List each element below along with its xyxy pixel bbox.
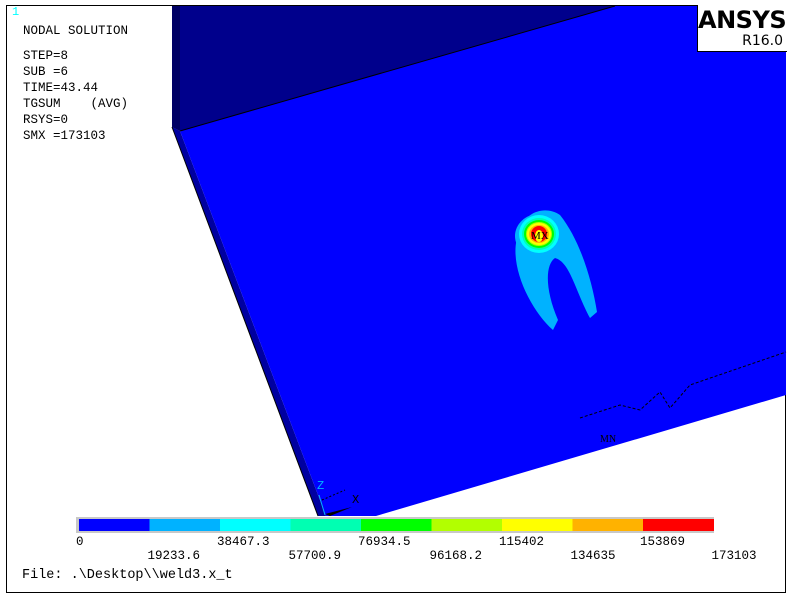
model-view[interactable]: MX MN Z X xyxy=(0,0,793,600)
legend-label: 76934.5 xyxy=(358,535,411,549)
svg-text:X: X xyxy=(352,493,359,507)
file-label: File: .\Desktop\\weld3.x_t xyxy=(22,568,233,583)
legend-color-8 xyxy=(643,519,714,531)
min-marker: MN xyxy=(600,434,616,445)
info-quantity: TGSUM (AVG) xyxy=(23,97,129,111)
legend-color-0 xyxy=(79,519,150,531)
info-smx: SMX =173103 xyxy=(23,129,106,143)
legend-color-5 xyxy=(431,519,503,531)
legend-color-2 xyxy=(220,519,291,531)
legend-label: 115402 xyxy=(499,535,545,549)
info-rsys: RSYS=0 xyxy=(23,113,69,127)
legend-color-6 xyxy=(502,519,573,531)
legend-label: 38467.3 xyxy=(217,535,270,549)
legend-color-3 xyxy=(290,519,362,531)
logo-name: ANSYS xyxy=(698,6,787,34)
info-time: TIME=43.44 xyxy=(23,81,99,95)
legend-label: 96168.2 xyxy=(429,549,483,563)
legend-label: 134635 xyxy=(570,549,616,563)
info-title: NODAL SOLUTION xyxy=(23,24,129,38)
info-step: STEP=8 xyxy=(23,49,69,63)
legend-color-7 xyxy=(572,519,644,531)
ansys-logo: ANSYS R16.0 xyxy=(697,5,787,52)
block-left-face xyxy=(172,6,180,131)
legend-label: 19233.6 xyxy=(147,549,201,563)
window-number: 1 xyxy=(12,5,20,19)
legend-label: 153869 xyxy=(640,535,686,549)
legend-color-1 xyxy=(149,519,221,531)
legend-label: 57700.9 xyxy=(288,549,342,563)
legend-label: 173103 xyxy=(711,549,757,563)
info-sub: SUB =6 xyxy=(23,65,69,79)
logo-version: R16.0 xyxy=(742,33,783,49)
legend-color-4 xyxy=(361,519,432,531)
svg-text:Z: Z xyxy=(317,479,324,493)
max-marker: MX xyxy=(531,230,549,242)
legend-label: 0 xyxy=(76,535,84,549)
